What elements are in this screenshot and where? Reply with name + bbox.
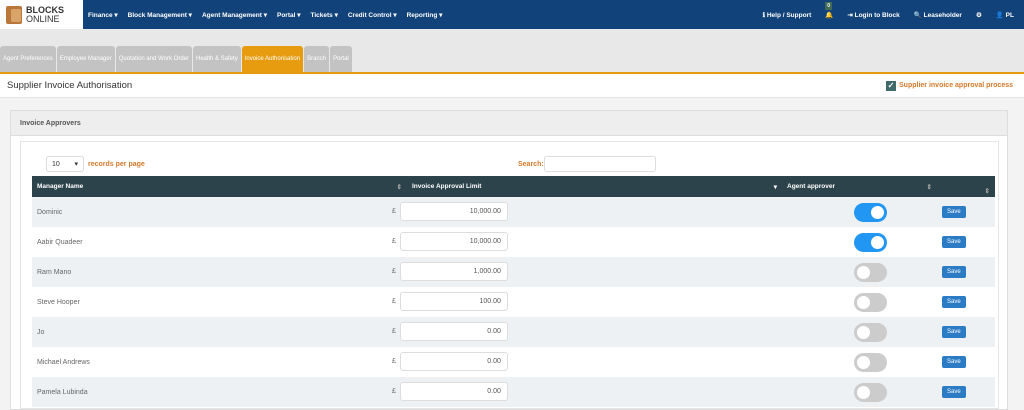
user-menu[interactable]: 👤 PL [996,11,1014,19]
save-button[interactable]: Save [942,206,966,218]
nav-menu-item[interactable]: Reporting ▾ [407,11,443,19]
nav-menu-item[interactable]: Portal ▾ [277,11,301,19]
tab-invoice-authorisation[interactable]: Invoice Authorisation [241,46,304,72]
approval-limit-input[interactable]: 100.00 [399,292,508,311]
approval-limit-input[interactable]: 0.00 [399,322,508,341]
login-to-block-link[interactable]: ⇥ Login to Block [847,11,899,19]
settings-gear-icon[interactable]: ⚙ [976,11,982,19]
logo[interactable]: BLOCKS ONLINE [0,0,83,29]
agent-approver-toggle[interactable] [854,382,887,402]
agent-approver-toggle[interactable] [854,322,887,342]
header-agent-approver[interactable]: Agent approver ⇕ [782,176,937,197]
nav-menu-item[interactable]: Tickets ▾ [310,11,337,19]
approvers-table: Manager Name ⇕ Invoice Approval Limit ▾ Ag… [32,176,995,407]
sort-icon: ⇕ [926,184,932,191]
page-size-select[interactable]: 10 ▾ [46,156,84,172]
table-row: Steve Hooper £100.00 Save [32,287,995,317]
checkmark-icon: ✓ [886,80,897,91]
table-row: Michael Andrews £0.00 Save [32,347,995,377]
save-button[interactable]: Save [942,296,966,308]
table-row: Aabir Quadeer £10,000.00 Save [32,227,995,257]
agent-approver-toggle[interactable] [854,202,887,222]
notification-count: 0 [825,1,833,10]
currency-symbol: £ [392,238,396,245]
tab-branch[interactable]: Branch [304,46,330,72]
save-button[interactable]: Save [942,236,966,248]
logo-icon [6,5,22,24]
currency-symbol: £ [392,268,396,275]
approval-process-checkbox[interactable]: ✓ Supplier invoice approval process [886,80,1013,91]
page-size-value: 10 [52,160,60,168]
sort-icon: ⇕ [984,187,990,195]
approval-limit-input[interactable]: 0.00 [399,382,508,401]
logo-subtext: ONLINE [26,13,60,24]
tab-health-safety[interactable]: Health & Safety [193,46,241,72]
tab-employee-manager[interactable]: Employee Manager [56,46,115,72]
currency-symbol: £ [392,388,396,395]
tab-agent-preferences[interactable]: Agent Preferences [0,46,56,72]
agent-approver-toggle[interactable] [854,262,887,282]
save-button[interactable]: Save [942,266,966,278]
save-button[interactable]: Save [942,356,966,368]
table-row: Dominic £10,000.00 Save [32,197,995,227]
help-support-link[interactable]: ℹ Help / Support [763,11,812,19]
top-navbar: BLOCKS ONLINE Finance ▾ Block Management ▾… [0,0,1024,29]
header-actions[interactable]: ⇕ [937,176,995,197]
search-input[interactable] [543,156,656,172]
panel-title: Invoice Approvers [11,111,1007,136]
leaseholder-search-link[interactable]: 🔍 Leaseholder [914,11,962,19]
table-row: Pamela Lubinda £0.00 Save [32,377,995,407]
dropdown-arrow-icon: ▾ [74,161,78,168]
save-button[interactable]: Save [942,386,966,398]
header-invoice-approval-limit[interactable]: Invoice Approval Limit ▾ [407,176,782,197]
currency-symbol: £ [392,328,396,335]
records-per-page-label: records per page [88,160,145,168]
save-button[interactable]: Save [942,326,966,338]
currency-symbol: £ [392,358,396,365]
invoice-approvers-panel: Invoice Approvers 10 ▾ records per page S… [10,110,1008,410]
approval-limit-input[interactable]: 0.00 [399,352,508,371]
agent-approver-toggle[interactable] [854,292,887,312]
nav-menu-item[interactable]: Agent Management ▾ [202,11,267,19]
table-row: Jo £0.00 Save [32,317,995,347]
sort-desc-icon: ▾ [773,184,777,191]
approval-limit-input[interactable]: 10,000.00 [399,202,508,221]
agent-approver-toggle[interactable] [854,232,887,252]
currency-symbol: £ [392,208,396,215]
nav-menu-item[interactable]: Finance ▾ [88,11,118,19]
approval-limit-input[interactable]: 1,000.00 [399,262,508,281]
tab-portal[interactable]: Portal [330,46,352,72]
nav-menu-item[interactable]: Credit Control ▾ [348,11,397,19]
search-label: Search: [518,160,544,168]
tab-quotation-and-work-order[interactable]: Quotation and Work Order [115,46,192,72]
sort-icon: ⇕ [396,184,402,191]
notifications-bell-icon[interactable]: 🔔 0 [825,1,833,19]
agent-approver-toggle[interactable] [854,352,887,372]
approval-process-label: Supplier invoice approval process [899,82,1013,89]
page-title: Supplier Invoice Authorisation [7,80,133,91]
header-manager-name[interactable]: Manager Name ⇕ [32,176,407,197]
currency-symbol: £ [392,298,396,305]
approval-limit-input[interactable]: 10,000.00 [399,232,508,251]
table-row: Ram Mano £1,000.00 Save [32,257,995,287]
nav-menu-item[interactable]: Block Management ▾ [128,11,192,19]
